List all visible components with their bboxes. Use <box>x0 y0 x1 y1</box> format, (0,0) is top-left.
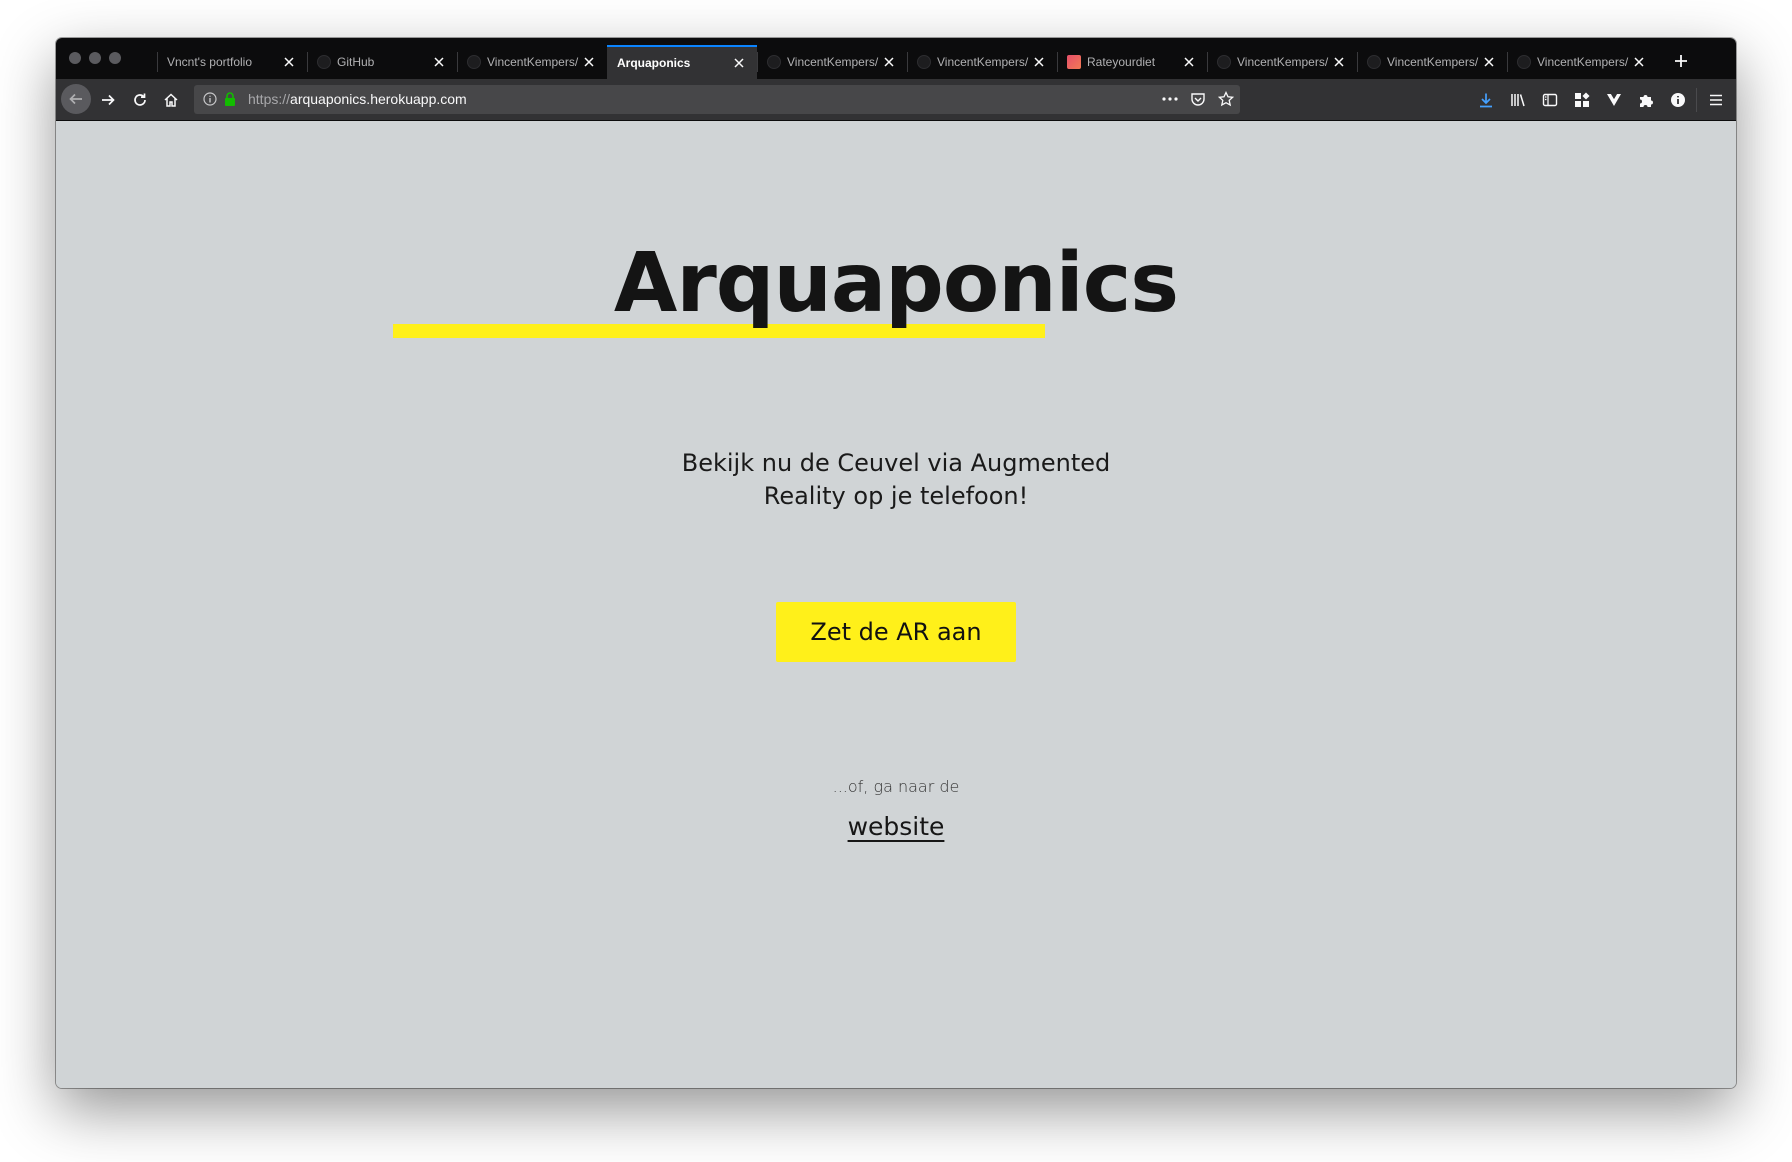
tab-title: Rateyourdiet <box>1087 54 1156 69</box>
info-circle-icon <box>1671 93 1685 107</box>
close-tab-icon[interactable] <box>731 55 747 71</box>
close-tab-icon[interactable] <box>881 54 897 70</box>
tagline: Bekijk nu de Ceuvel via Augmented Realit… <box>681 449 1111 510</box>
enable-ar-button[interactable]: Zet de AR aan <box>776 602 1016 662</box>
github-icon <box>467 54 481 69</box>
forward-button[interactable] <box>94 86 122 114</box>
url-host: arquaponics.herokuapp.com <box>290 91 467 107</box>
puzzle-icon <box>1640 95 1653 107</box>
tab[interactable]: VincentKempers/ <box>1207 45 1357 78</box>
tab-strip: Vncnt's portfolio GitHub VincentKempers/Ar… <box>56 38 1736 79</box>
arrow-left-icon <box>69 93 82 105</box>
nav-toolbar: https://arquaponics.herokuapp.com <box>56 79 1736 121</box>
github-icon <box>1217 54 1231 69</box>
library-icon <box>1511 94 1525 107</box>
tab-title: VincentKempers/ <box>1537 54 1629 69</box>
page-title: Arquaponics <box>613 236 1179 331</box>
info-extension-button[interactable] <box>1664 86 1692 114</box>
menu-button[interactable] <box>1702 86 1730 114</box>
maximize-window-button[interactable] <box>109 52 121 64</box>
page-content: Arquaponics Bekijk nu de Ceuvel via Augm… <box>56 121 1736 1088</box>
tab[interactable]: GitHub <box>307 45 457 78</box>
url-bar[interactable]: https://arquaponics.herokuapp.com <box>194 85 1240 114</box>
url-text: https://arquaponics.herokuapp.com <box>248 91 467 107</box>
plus-icon <box>1675 55 1687 67</box>
reload-button[interactable] <box>126 86 154 114</box>
github-icon <box>1367 54 1381 69</box>
tab[interactable]: VincentKempers/ <box>757 45 907 78</box>
downloads-button[interactable] <box>1472 86 1500 114</box>
tab-title: VincentKempers/ <box>1387 54 1479 69</box>
reload-icon <box>134 93 146 106</box>
new-tab-button[interactable] <box>1668 48 1694 74</box>
close-tab-icon[interactable] <box>1481 54 1497 70</box>
tab-title: VincentKempers/ <box>487 54 579 69</box>
download-icon <box>1480 93 1492 108</box>
close-tab-icon[interactable] <box>1181 54 1197 70</box>
close-tab-icon[interactable] <box>581 54 597 70</box>
tab-title: Arquaponics <box>617 56 691 70</box>
bookmark-star-icon[interactable] <box>1217 90 1235 108</box>
close-tab-icon[interactable] <box>1331 54 1347 70</box>
close-tab-icon[interactable] <box>1631 54 1647 70</box>
rateyourdiet-icon <box>1067 54 1081 69</box>
close-tab-icon[interactable] <box>1031 54 1047 70</box>
arrow-right-icon <box>102 94 115 106</box>
extensions-button[interactable] <box>1632 86 1660 114</box>
tab[interactable]: VincentKempers/ <box>457 45 607 78</box>
tab-title: VincentKempers/ <box>787 54 879 69</box>
info-icon[interactable] <box>201 90 219 108</box>
tab[interactable]: Rateyourdiet <box>1057 45 1207 78</box>
sidebar-icon <box>1542 93 1558 107</box>
tab-title: GitHub <box>337 54 375 69</box>
lock-icon[interactable] <box>221 90 239 108</box>
vue-devtools-button[interactable] <box>1600 86 1628 114</box>
close-window-button[interactable] <box>69 52 81 64</box>
toolbar-separator <box>1696 88 1697 112</box>
tab[interactable]: Vncnt's portfolio <box>157 45 307 78</box>
alternative-text: ...of, ga naar de <box>832 777 960 796</box>
close-tab-icon[interactable] <box>431 54 447 70</box>
close-tab-icon[interactable] <box>281 54 297 70</box>
github-icon <box>317 54 331 69</box>
minimize-window-button[interactable] <box>89 52 101 64</box>
page-actions-icon[interactable] <box>1161 90 1179 108</box>
browser-window: Vncnt's portfolio GitHub VincentKempers/Ar… <box>56 38 1736 1088</box>
tab[interactable]: VincentKempers/ <box>1507 45 1657 78</box>
github-icon <box>917 54 931 69</box>
library-button[interactable] <box>1504 86 1532 114</box>
sidebar-button[interactable] <box>1536 86 1564 114</box>
grid-extension-icon <box>1575 92 1590 107</box>
tab[interactable]: VincentKempers/ <box>1357 45 1507 78</box>
github-icon <box>1517 54 1531 69</box>
tab-title: VincentKempers/ <box>1237 54 1329 69</box>
vue-icon <box>1607 94 1621 106</box>
home-button[interactable] <box>157 86 185 114</box>
tab-title: VincentKempers/ <box>937 54 1029 69</box>
website-link[interactable]: website <box>796 812 996 841</box>
tab[interactable]: VincentKempers/ <box>907 45 1057 78</box>
github-icon <box>767 54 781 69</box>
url-scheme: https:// <box>248 91 291 107</box>
tab-title: Vncnt's portfolio <box>167 54 253 69</box>
hamburger-menu-icon <box>1710 94 1722 106</box>
pocket-icon[interactable] <box>1189 90 1207 108</box>
back-button[interactable] <box>61 84 91 114</box>
window-controls <box>69 52 121 64</box>
tab-active[interactable]: Arquaponics <box>607 45 757 79</box>
extension-grid-button[interactable] <box>1568 86 1596 114</box>
home-icon <box>164 93 178 107</box>
